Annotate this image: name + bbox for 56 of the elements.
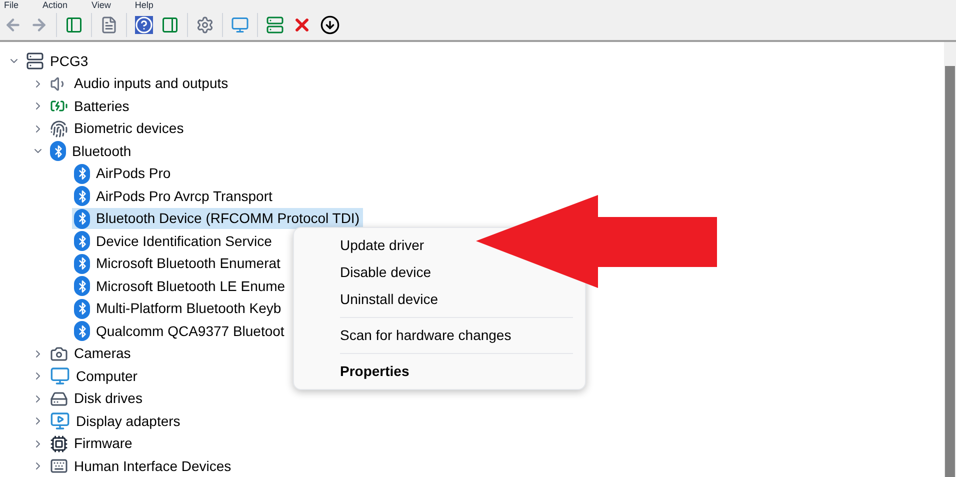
menu-item[interactable]: Properties	[340, 358, 410, 385]
bluetooth-icon	[74, 231, 90, 252]
bluetooth-icon	[74, 298, 90, 319]
camera-icon	[50, 344, 68, 363]
menu-item[interactable]: Uninstall device	[340, 286, 438, 313]
bluetooth-icon	[74, 208, 90, 229]
bluetooth-icon	[74, 321, 90, 342]
gear-icon	[196, 16, 214, 34]
tree-item[interactable]: Cameras	[48, 343, 135, 364]
tree-item[interactable]: Firmware	[48, 433, 136, 454]
tree-item[interactable]: Multi-Platform Bluetooth Keyb	[72, 298, 286, 320]
tree-item[interactable]: AirPods Pro Avrcp Transport	[72, 186, 276, 207]
tree-item[interactable]: Device Identification Service	[72, 230, 276, 252]
computer-icon	[26, 52, 44, 70]
tree-item[interactable]: Display adapters	[48, 410, 184, 432]
tree-item[interactable]: Audio inputs and outputs	[48, 73, 232, 94]
bluetooth-icon	[74, 164, 90, 184]
down-arrow-circle-icon	[320, 15, 340, 35]
tree-item[interactable]: PCG3	[24, 50, 92, 72]
document-icon	[100, 16, 118, 34]
tree-item[interactable]: Bluetooth Device (RFCOMM Protocol TDI)	[72, 208, 364, 230]
tree-item[interactable]: Microsoft Bluetooth Enumerat	[72, 253, 284, 274]
menu-bar-item[interactable]: Help	[134, 0, 154, 10]
bluetooth-icon	[74, 186, 90, 206]
scrollbar[interactable]	[944, 42, 956, 477]
scrollbar-thumb[interactable]	[945, 66, 955, 477]
menu-item[interactable]: Update driver	[340, 232, 424, 259]
server-icon	[266, 16, 284, 34]
menu-item[interactable]: Scan for hardware changes	[340, 322, 512, 349]
tree-item[interactable]: Biometric devices	[48, 118, 188, 140]
bluetooth-icon	[74, 276, 90, 296]
bluetooth-icon	[74, 254, 90, 274]
tree-item[interactable]: Computer	[48, 366, 142, 387]
tree-item[interactable]: Microsoft Bluetooth LE Enume	[72, 276, 290, 297]
menu-item[interactable]: Disable device	[340, 259, 432, 286]
disk-drive-icon	[50, 390, 68, 408]
menu-bar-item[interactable]: View	[92, 0, 111, 10]
tree-item[interactable]: Bluetooth	[48, 140, 136, 162]
display-adapter-icon	[50, 411, 70, 432]
tree-item[interactable]: Batteries	[48, 96, 134, 117]
menu-bar-item[interactable]: Action	[42, 0, 68, 10]
menu-bar-item[interactable]: File	[4, 0, 19, 10]
tree-item[interactable]: Qualcomm QCA9377 Bluetoot	[72, 320, 288, 342]
keyboard-icon	[50, 457, 68, 476]
tree-item[interactable]: Human Interface Devices	[48, 456, 236, 477]
panel-left-icon	[65, 16, 83, 34]
arrow-right-icon	[30, 16, 48, 34]
help-icon	[135, 16, 153, 34]
chip-icon	[50, 434, 68, 453]
monitor-icon	[231, 16, 249, 34]
monitor-icon	[50, 366, 70, 386]
tree-item[interactable]: Disk drives	[48, 388, 146, 410]
tree-item[interactable]: AirPods Pro	[72, 163, 175, 184]
bluetooth-icon	[50, 141, 66, 162]
fingerprint-icon	[50, 120, 68, 138]
panel-right-icon	[161, 16, 179, 34]
